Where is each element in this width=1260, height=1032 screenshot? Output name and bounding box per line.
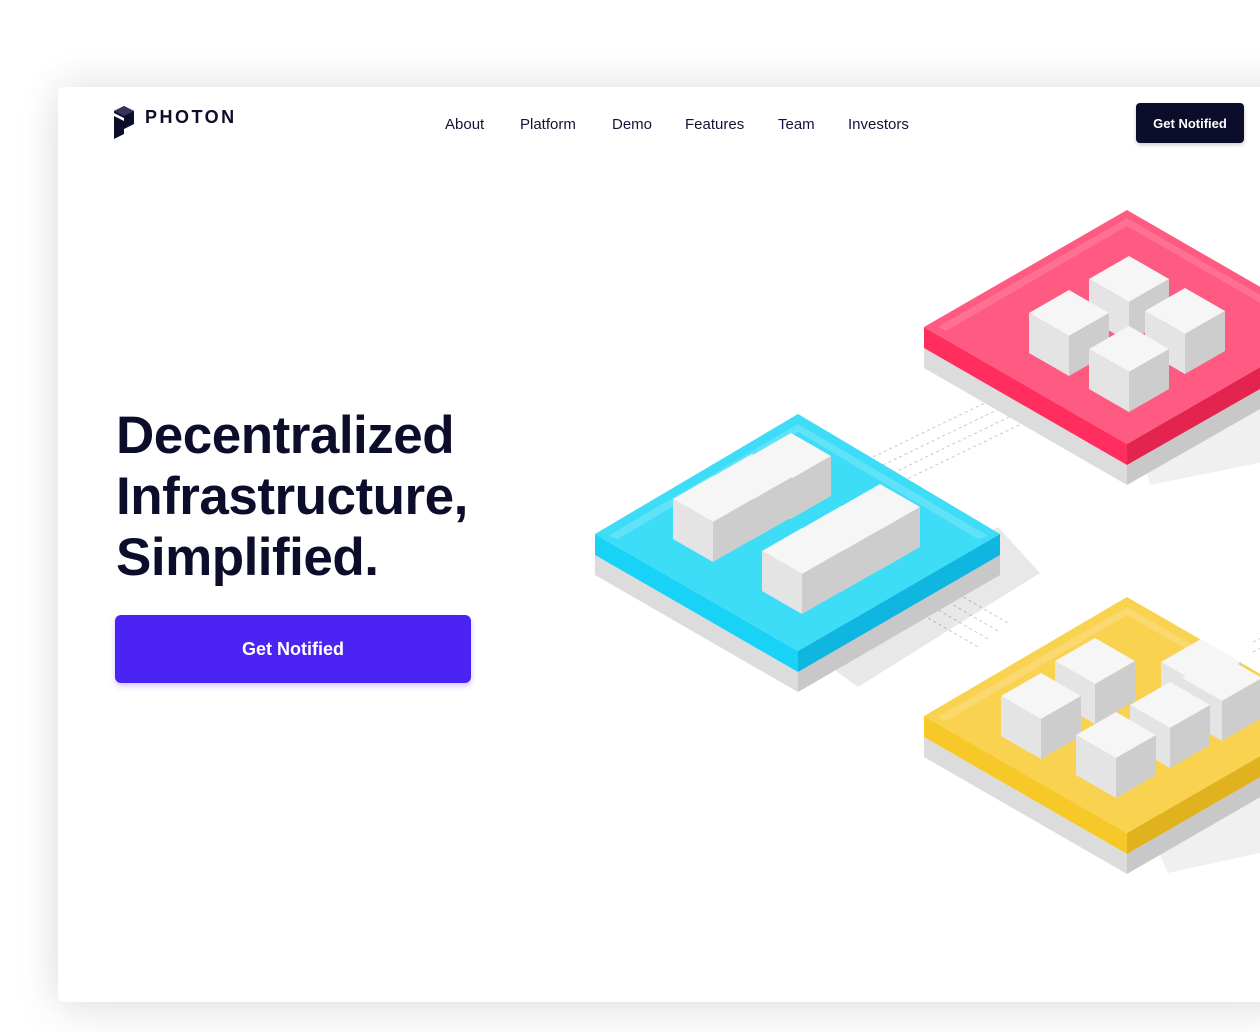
yellow-platform — [924, 597, 1260, 874]
isometric-illustration — [595, 210, 1260, 874]
browser-window: PHOTON About Platform Demo Features Team… — [58, 87, 1260, 1002]
pink-platform — [924, 210, 1260, 485]
cyan-platform — [595, 414, 1040, 692]
